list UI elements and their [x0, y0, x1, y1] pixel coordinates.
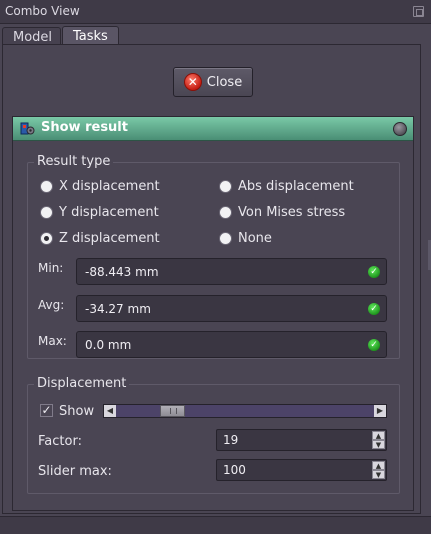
- radio-label: Abs displacement: [238, 179, 354, 194]
- displacement-title: Displacement: [34, 376, 130, 391]
- check-icon: ✓: [368, 266, 380, 278]
- spin-down-icon[interactable]: ▼: [372, 470, 385, 479]
- result-type-group: Result type X displacement Abs displacem…: [27, 154, 400, 359]
- displacement-slider[interactable]: ◀ ▶: [103, 404, 387, 418]
- radio-label: Z displacement: [59, 231, 160, 246]
- bottom-strip: [0, 516, 431, 534]
- title-bar: Combo View: [0, 0, 431, 24]
- factor-label: Factor:: [38, 434, 82, 449]
- factor-value: 19: [223, 433, 239, 447]
- radio-label: X displacement: [59, 179, 160, 194]
- radio-button[interactable]: [219, 206, 232, 219]
- slider-left-arrow-icon[interactable]: ◀: [104, 405, 116, 417]
- spin-up-icon[interactable]: ▲: [372, 461, 385, 470]
- radio-button[interactable]: [219, 180, 232, 193]
- radio-von-mises-stress[interactable]: Von Mises stress: [219, 205, 345, 220]
- fem-result-icon: [20, 122, 35, 135]
- max-label: Max:: [38, 334, 67, 348]
- show-result-header: Show result: [13, 117, 413, 141]
- show-checkbox[interactable]: ✓: [40, 404, 53, 417]
- slider-handle[interactable]: [160, 405, 186, 417]
- avg-label: Avg:: [38, 298, 65, 312]
- radio-button[interactable]: [40, 232, 53, 245]
- spin-up-icon[interactable]: ▲: [372, 431, 385, 440]
- min-field: -88.443 mm ✓: [76, 258, 387, 285]
- radio-z-displacement[interactable]: Z displacement: [40, 231, 160, 246]
- radio-button[interactable]: [40, 206, 53, 219]
- show-label: Show: [59, 404, 95, 419]
- factor-spinbox[interactable]: 19 ▲ ▼: [216, 429, 387, 451]
- radio-y-displacement[interactable]: Y displacement: [40, 205, 159, 220]
- max-value: 0.0 mm: [85, 338, 132, 352]
- tab-tasks[interactable]: Tasks: [62, 26, 119, 46]
- check-icon: ✓: [368, 303, 380, 315]
- radio-label: None: [238, 231, 272, 246]
- slider-right-arrow-icon[interactable]: ▶: [374, 405, 386, 417]
- spin-down-icon[interactable]: ▼: [372, 440, 385, 449]
- slider-max-spinbox[interactable]: 100 ▲ ▼: [216, 459, 387, 481]
- close-button-label: Close: [206, 74, 243, 90]
- min-label: Min:: [38, 261, 64, 275]
- avg-field: -34.27 mm ✓: [76, 295, 387, 322]
- collapse-icon[interactable]: [393, 122, 407, 136]
- radio-abs-displacement[interactable]: Abs displacement: [219, 179, 354, 194]
- radio-none[interactable]: None: [219, 231, 272, 246]
- tab-bar: Model Tasks: [0, 24, 431, 46]
- radio-button[interactable]: [40, 180, 53, 193]
- displacement-group: Displacement ✓ Show ◀ ▶ Factor: 19 ▲ ▼ S…: [27, 376, 400, 494]
- avg-value: -34.27 mm: [85, 302, 151, 316]
- radio-label: Y displacement: [59, 205, 159, 220]
- min-value: -88.443 mm: [85, 265, 159, 279]
- check-icon: ✓: [368, 339, 380, 351]
- window-title: Combo View: [5, 4, 80, 18]
- max-field: 0.0 mm ✓: [76, 331, 387, 358]
- close-icon: ✕: [183, 73, 202, 91]
- show-result-title: Show result: [41, 120, 128, 135]
- slider-max-value: 100: [223, 463, 246, 477]
- slider-max-label: Slider max:: [38, 464, 112, 479]
- undock-icon[interactable]: [413, 6, 424, 17]
- radio-x-displacement[interactable]: X displacement: [40, 179, 160, 194]
- radio-label: Von Mises stress: [238, 205, 346, 220]
- show-result-box: Show result Result type X displacement A…: [12, 116, 414, 511]
- radio-button[interactable]: [219, 232, 232, 245]
- result-type-title: Result type: [34, 154, 114, 169]
- close-button[interactable]: ✕ Close: [173, 67, 253, 97]
- combo-view-window: Combo View Model Tasks ✕ Close Show resu…: [0, 0, 431, 534]
